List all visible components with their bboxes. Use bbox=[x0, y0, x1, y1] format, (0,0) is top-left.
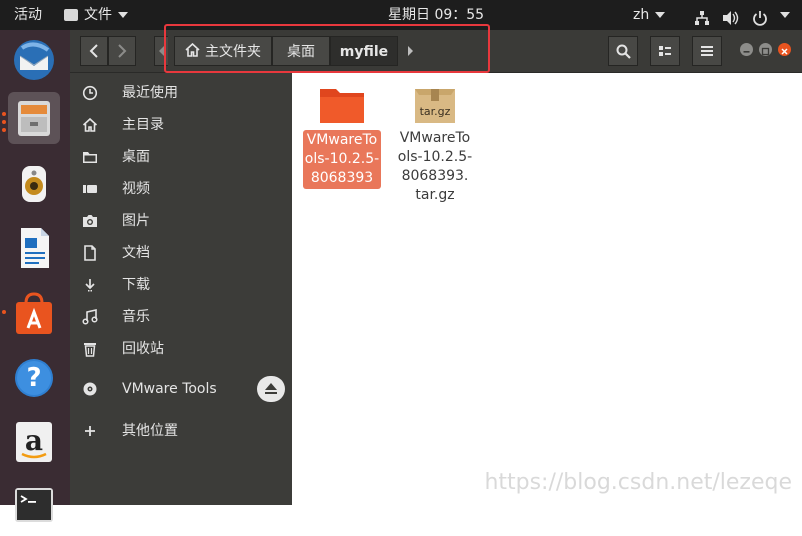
maximize-icon bbox=[761, 47, 770, 56]
svg-text:?: ? bbox=[26, 363, 41, 393]
plus-icon bbox=[85, 426, 95, 436]
eject-icon bbox=[265, 383, 277, 394]
file-item-folder[interactable]: VMwareTo ols-10.2.5- 8068393 bbox=[302, 85, 382, 189]
disc-icon bbox=[83, 382, 97, 396]
sidebar-item-label: 其他位置 bbox=[122, 423, 178, 439]
document-icon bbox=[84, 245, 96, 261]
sidebar-item-label: 音乐 bbox=[122, 309, 150, 325]
dock-libreoffice-writer[interactable] bbox=[8, 222, 60, 274]
sidebar-item-label: VMware Tools bbox=[122, 381, 217, 397]
camera-icon bbox=[83, 215, 97, 227]
sidebar-item-label: 回收站 bbox=[122, 341, 164, 357]
running-indicator bbox=[2, 128, 6, 132]
folder-icon bbox=[320, 89, 364, 123]
network-icon[interactable] bbox=[694, 7, 710, 25]
maximize-button[interactable] bbox=[759, 43, 772, 56]
sidebar-item-music[interactable]: 音乐 bbox=[70, 301, 292, 333]
menu-button[interactable] bbox=[692, 36, 722, 66]
dock-terminal[interactable] bbox=[8, 480, 60, 532]
shopping-bag-icon bbox=[16, 292, 52, 334]
sidebar-item-vmware-tools[interactable]: VMware Tools bbox=[70, 373, 292, 405]
sidebar-item-label: 桌面 bbox=[122, 149, 150, 165]
file-view[interactable]: VMwareTo ols-10.2.5- 8068393 tar.gz VMware… bbox=[292, 73, 802, 505]
file-cabinet-icon bbox=[18, 101, 50, 136]
download-icon bbox=[85, 279, 95, 292]
minimize-icon bbox=[743, 51, 750, 53]
amazon-icon: a bbox=[16, 422, 52, 462]
file-name: VMwareTo ols-10.2.5- 8068393 bbox=[302, 130, 382, 189]
sidebar-item-label: 文档 bbox=[122, 245, 150, 261]
view-toggle-button[interactable] bbox=[650, 36, 680, 66]
highlight-box bbox=[164, 24, 490, 73]
file-item-archive[interactable]: tar.gz VMwareTo ols-10.2.5- 8068393. tar.gz bbox=[395, 85, 475, 205]
power-icon[interactable] bbox=[752, 7, 768, 26]
sidebar-item-home[interactable]: 主目录 bbox=[70, 109, 292, 141]
app-menu[interactable]: 文件 bbox=[64, 0, 128, 30]
minimize-button[interactable] bbox=[740, 43, 753, 56]
chevron-right-icon bbox=[118, 44, 127, 58]
music-icon bbox=[82, 309, 98, 325]
input-method-label: zh bbox=[633, 7, 650, 23]
dock-ubuntu-software[interactable] bbox=[8, 288, 60, 340]
terminal-icon bbox=[15, 488, 53, 522]
dock-amazon[interactable]: a bbox=[8, 416, 60, 468]
video-icon bbox=[83, 185, 97, 193]
speaker-icon bbox=[22, 166, 46, 202]
chevron-left-icon bbox=[89, 44, 98, 58]
writer-document-icon bbox=[21, 228, 49, 268]
svg-text:a: a bbox=[25, 424, 43, 457]
watermark: https://blog.csdn.net/lezeqe bbox=[484, 470, 792, 495]
dock-help[interactable]: ? bbox=[8, 352, 60, 404]
dock-files[interactable] bbox=[8, 92, 60, 144]
trash-icon bbox=[84, 343, 96, 357]
help-icon: ? bbox=[15, 359, 53, 397]
sidebar-item-pictures[interactable]: 图片 bbox=[70, 205, 292, 237]
forward-button[interactable] bbox=[108, 36, 136, 66]
back-button[interactable] bbox=[80, 36, 108, 66]
sidebar-item-label: 视频 bbox=[122, 181, 150, 197]
archive-icon-label: tar.gz bbox=[419, 105, 451, 118]
home-icon bbox=[82, 117, 98, 132]
launcher-dock: ? a bbox=[0, 30, 70, 522]
sidebar-item-label: 最近使用 bbox=[122, 85, 178, 101]
file-name: VMwareTo ols-10.2.5- 8068393. tar.gz bbox=[397, 130, 473, 203]
close-button[interactable] bbox=[778, 43, 791, 56]
search-icon bbox=[616, 44, 631, 59]
sidebar-item-label: 主目录 bbox=[122, 117, 164, 133]
running-indicator bbox=[2, 112, 6, 116]
close-icon bbox=[781, 48, 788, 55]
folder-icon bbox=[83, 152, 97, 163]
chevron-down-icon[interactable] bbox=[780, 12, 790, 18]
volume-icon[interactable] bbox=[722, 7, 740, 25]
app-menu-label: 文件 bbox=[84, 7, 112, 23]
hamburger-icon bbox=[701, 46, 713, 56]
sidebar-item-videos[interactable]: 视频 bbox=[70, 173, 292, 205]
input-method-menu[interactable]: zh bbox=[633, 0, 666, 30]
clock-icon bbox=[82, 85, 98, 101]
search-button[interactable] bbox=[608, 36, 638, 66]
sidebar-item-label: 下载 bbox=[122, 277, 150, 293]
thunderbird-icon bbox=[14, 40, 54, 80]
list-view-icon bbox=[659, 46, 671, 56]
chevron-down-icon bbox=[655, 12, 666, 18]
activities-button[interactable]: 活动 bbox=[14, 0, 42, 30]
sidebar-item-trash[interactable]: 回收站 bbox=[70, 333, 292, 365]
sidebar-item-recent[interactable]: 最近使用 bbox=[70, 77, 292, 109]
sidebar-item-downloads[interactable]: 下载 bbox=[70, 269, 292, 301]
places-sidebar: 最近使用 主目录 桌面 视频 图片 文档 下载 音乐 回收站 VMware To… bbox=[70, 73, 292, 505]
chevron-down-icon bbox=[118, 12, 128, 18]
dock-rhythmbox[interactable] bbox=[8, 158, 60, 210]
sidebar-item-desktop[interactable]: 桌面 bbox=[70, 141, 292, 173]
dock-thunderbird[interactable] bbox=[8, 34, 60, 86]
sidebar-item-documents[interactable]: 文档 bbox=[70, 237, 292, 269]
sidebar-item-label: 图片 bbox=[122, 213, 150, 229]
running-indicator bbox=[2, 310, 6, 314]
sidebar-item-other-locations[interactable]: 其他位置 bbox=[70, 415, 292, 447]
eject-button[interactable] bbox=[257, 376, 285, 402]
files-app-icon bbox=[64, 9, 78, 21]
running-indicator bbox=[2, 120, 6, 124]
